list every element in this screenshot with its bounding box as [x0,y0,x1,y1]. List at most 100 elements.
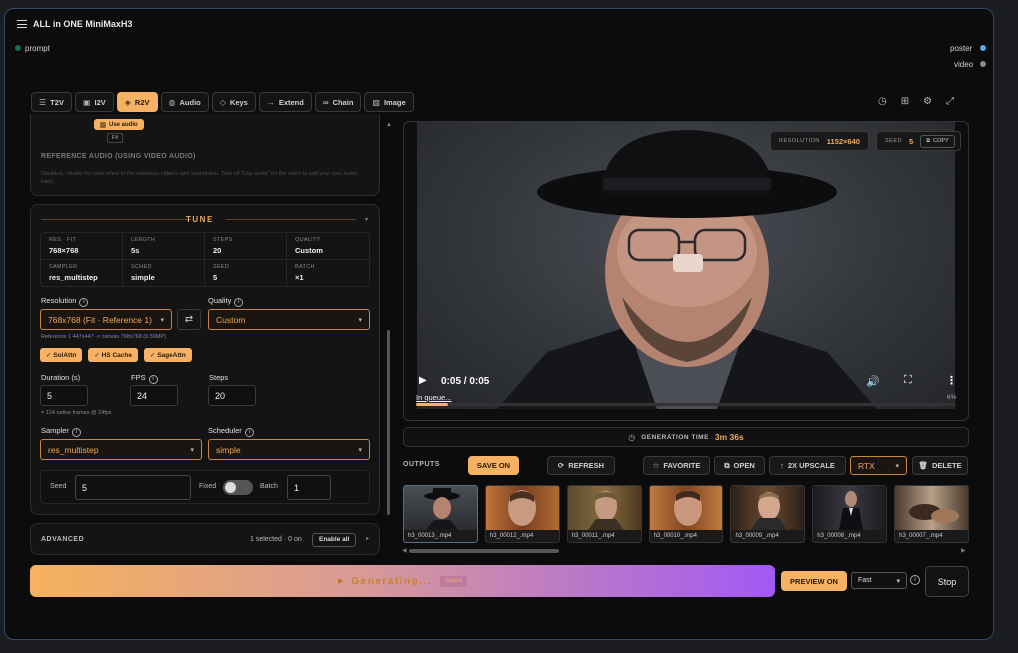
tune-summary-grid: RES · FIT 768×768 LENGTH 5s STEPS 20 QUALIT… [40,232,370,287]
upscale-method-select[interactable]: RTX ▾ [850,456,907,475]
open-button[interactable]: ⧉ OPEN [714,456,765,475]
resolution-badge: RESOLUTION 1152×640 [770,131,869,151]
tab-extend[interactable]: → Extend [258,92,312,112]
tab-keys[interactable]: ◇ Keys [211,92,256,112]
output-thumb[interactable]: h3_00010_.mp4 [648,485,724,543]
output-thumb[interactable]: h3_00008_.mp4 [812,485,888,543]
video-frame[interactable] [417,122,955,409]
scheduler-label: Scheduler i [208,426,254,437]
info-icon[interactable]: i [148,375,158,384]
output-thumb[interactable]: h3_00009_.mp4 [730,485,806,543]
input-port-label: prompt [25,44,50,53]
summary-seed[interactable]: SEED 5 [205,259,287,286]
favorite-button[interactable]: ☆ FAVORITE [643,456,710,475]
hs-cache-chip[interactable]: ✓ HS Cache [88,348,138,362]
delete-button[interactable]: 🗑 DELETE [912,456,968,475]
quality-select[interactable]: Custom ▾ [208,309,370,330]
resolution-label: Resolution i [41,296,89,307]
info-icon[interactable]: i [244,428,254,437]
refresh-icon: ⟳ [557,461,565,470]
tab-i2v[interactable]: ▣ I2V [74,92,114,112]
solattn-chip[interactable]: ✓ SolAttn [40,348,83,362]
output-port-poster-dot[interactable] [980,45,986,51]
arrow-up-icon: ↑ [780,461,784,470]
video-preview-panel: RESOLUTION 1152×640 SEED 5 ⧉ COPY ▶ 0:05 … [403,121,969,421]
menu-icon[interactable] [17,20,27,28]
summary-batch[interactable]: BATCH ×1 [287,259,369,286]
advanced-expand-icon[interactable]: ▸ [366,535,369,542]
fps-input[interactable]: 24 [130,385,178,406]
resolution-select[interactable]: 768x768 (Fit · Reference 1) ▾ [40,309,172,330]
info-icon[interactable]: i [234,298,244,307]
clock-icon[interactable]: ◷ [878,96,887,107]
arrow-right-icon: → [266,97,275,107]
summary-steps[interactable]: STEPS 20 [205,233,287,259]
chevron-down-icon: ▾ [160,316,164,324]
steps-label: Steps [209,373,229,382]
tab-audio[interactable]: ◍ Audio [160,92,209,112]
format-pill[interactable]: F# [107,133,124,143]
refresh-button[interactable]: ⟳ REFRESH [547,456,615,475]
thumb-image [485,486,559,530]
tab-image[interactable]: ▨ Image [364,92,414,112]
summary-res[interactable]: RES · FIT 768×768 [41,233,123,259]
info-icon[interactable]: i [79,298,89,307]
steps-input[interactable]: 20 [208,385,256,406]
preview-on-button[interactable]: PREVIEW ON [781,571,847,591]
reference-audio-panel: Use audio F# REFERENCE AUDIO (USING VIDE… [30,114,380,196]
gallery-scroll-left[interactable]: ◀ [402,547,407,554]
advanced-panel[interactable]: ADVANCED 1 selected · 0 on Enable all ▸ [30,523,380,555]
header-icons: ◷ ⊞ ⚙ ⤢ [878,96,954,107]
tab-chain[interactable]: ∞ Chain [314,92,362,112]
swap-dimensions-button[interactable]: ⇄ [177,309,201,330]
summary-sampler[interactable]: SAMPLER res_multistep [41,259,123,286]
image-icon: ▣ [82,97,91,107]
left-scrollbar-thumb[interactable] [387,330,390,515]
gallery-scroll-right[interactable]: ▶ [961,547,966,554]
tab-r2v[interactable]: ◈ R2V [116,92,158,112]
summary-length[interactable]: LENGTH 5s [123,233,205,259]
gear-icon[interactable]: ⚙ [923,96,932,107]
space-shortcut-badge: Space [440,575,468,587]
audio-icon: ◍ [168,97,176,107]
sageattn-chip[interactable]: ✓ SageAttn [143,348,192,362]
upscale-button[interactable]: ↑ 2X UPSCALE [769,456,846,475]
thumb-image [813,486,887,530]
output-thumb[interactable]: h3_00012_.mp4 [484,485,560,543]
grid-icon[interactable]: ⊞ [901,96,909,107]
copy-seed-button[interactable]: ⧉ COPY [920,134,955,148]
play-icon[interactable]: ▶ [419,375,427,386]
speed-select[interactable]: Fast ▾ [851,572,907,589]
duration-input[interactable]: 5 [40,385,88,406]
volume-icon[interactable]: 🔊 [866,375,880,388]
tab-t2v[interactable]: ☰ T2V [31,92,72,112]
scheduler-select[interactable]: simple ▾ [208,439,370,460]
scroll-up-arrow[interactable]: ▲ [386,122,392,130]
info-icon[interactable]: i [910,575,920,585]
sampler-select[interactable]: res_multistep ▾ [40,439,202,460]
expand-icon[interactable]: ⤢ [946,96,954,107]
gallery-scrollbar-thumb[interactable] [409,549,559,553]
input-port-dot[interactable] [15,45,21,51]
save-on-button[interactable]: SAVE ON [468,456,519,475]
fullscreen-icon[interactable]: ⛶ [904,374,912,387]
batch-input[interactable]: 1 [287,475,331,500]
output-thumb[interactable]: h3_00011_.mp4 [566,485,642,543]
output-thumb[interactable]: h3_00007_.mp4 [894,485,969,543]
generate-button[interactable]: ▶ Generating... Space [30,565,775,597]
output-port-video-dot[interactable] [980,61,986,67]
use-audio-chip[interactable]: Use audio [94,119,144,130]
fixed-toggle[interactable] [223,480,253,495]
output-thumb[interactable]: h3_00013_.mp4 [403,485,478,543]
advanced-title: ADVANCED [41,536,85,543]
tune-collapse-icon[interactable]: ▾ [365,216,368,223]
summary-sched[interactable]: SCHED simple [123,259,205,286]
node-title: ALL in ONE MiniMaxH3 [33,19,133,29]
external-link-icon: ⧉ [724,460,730,470]
summary-quality[interactable]: QUALITY Custom [287,233,369,259]
enable-all-button[interactable]: Enable all [312,533,357,547]
stop-button[interactable]: Stop [925,566,969,597]
info-icon[interactable]: i [71,428,81,437]
more-options-icon[interactable]: ⋮ [946,374,957,387]
seed-input[interactable]: 5 [75,475,191,500]
